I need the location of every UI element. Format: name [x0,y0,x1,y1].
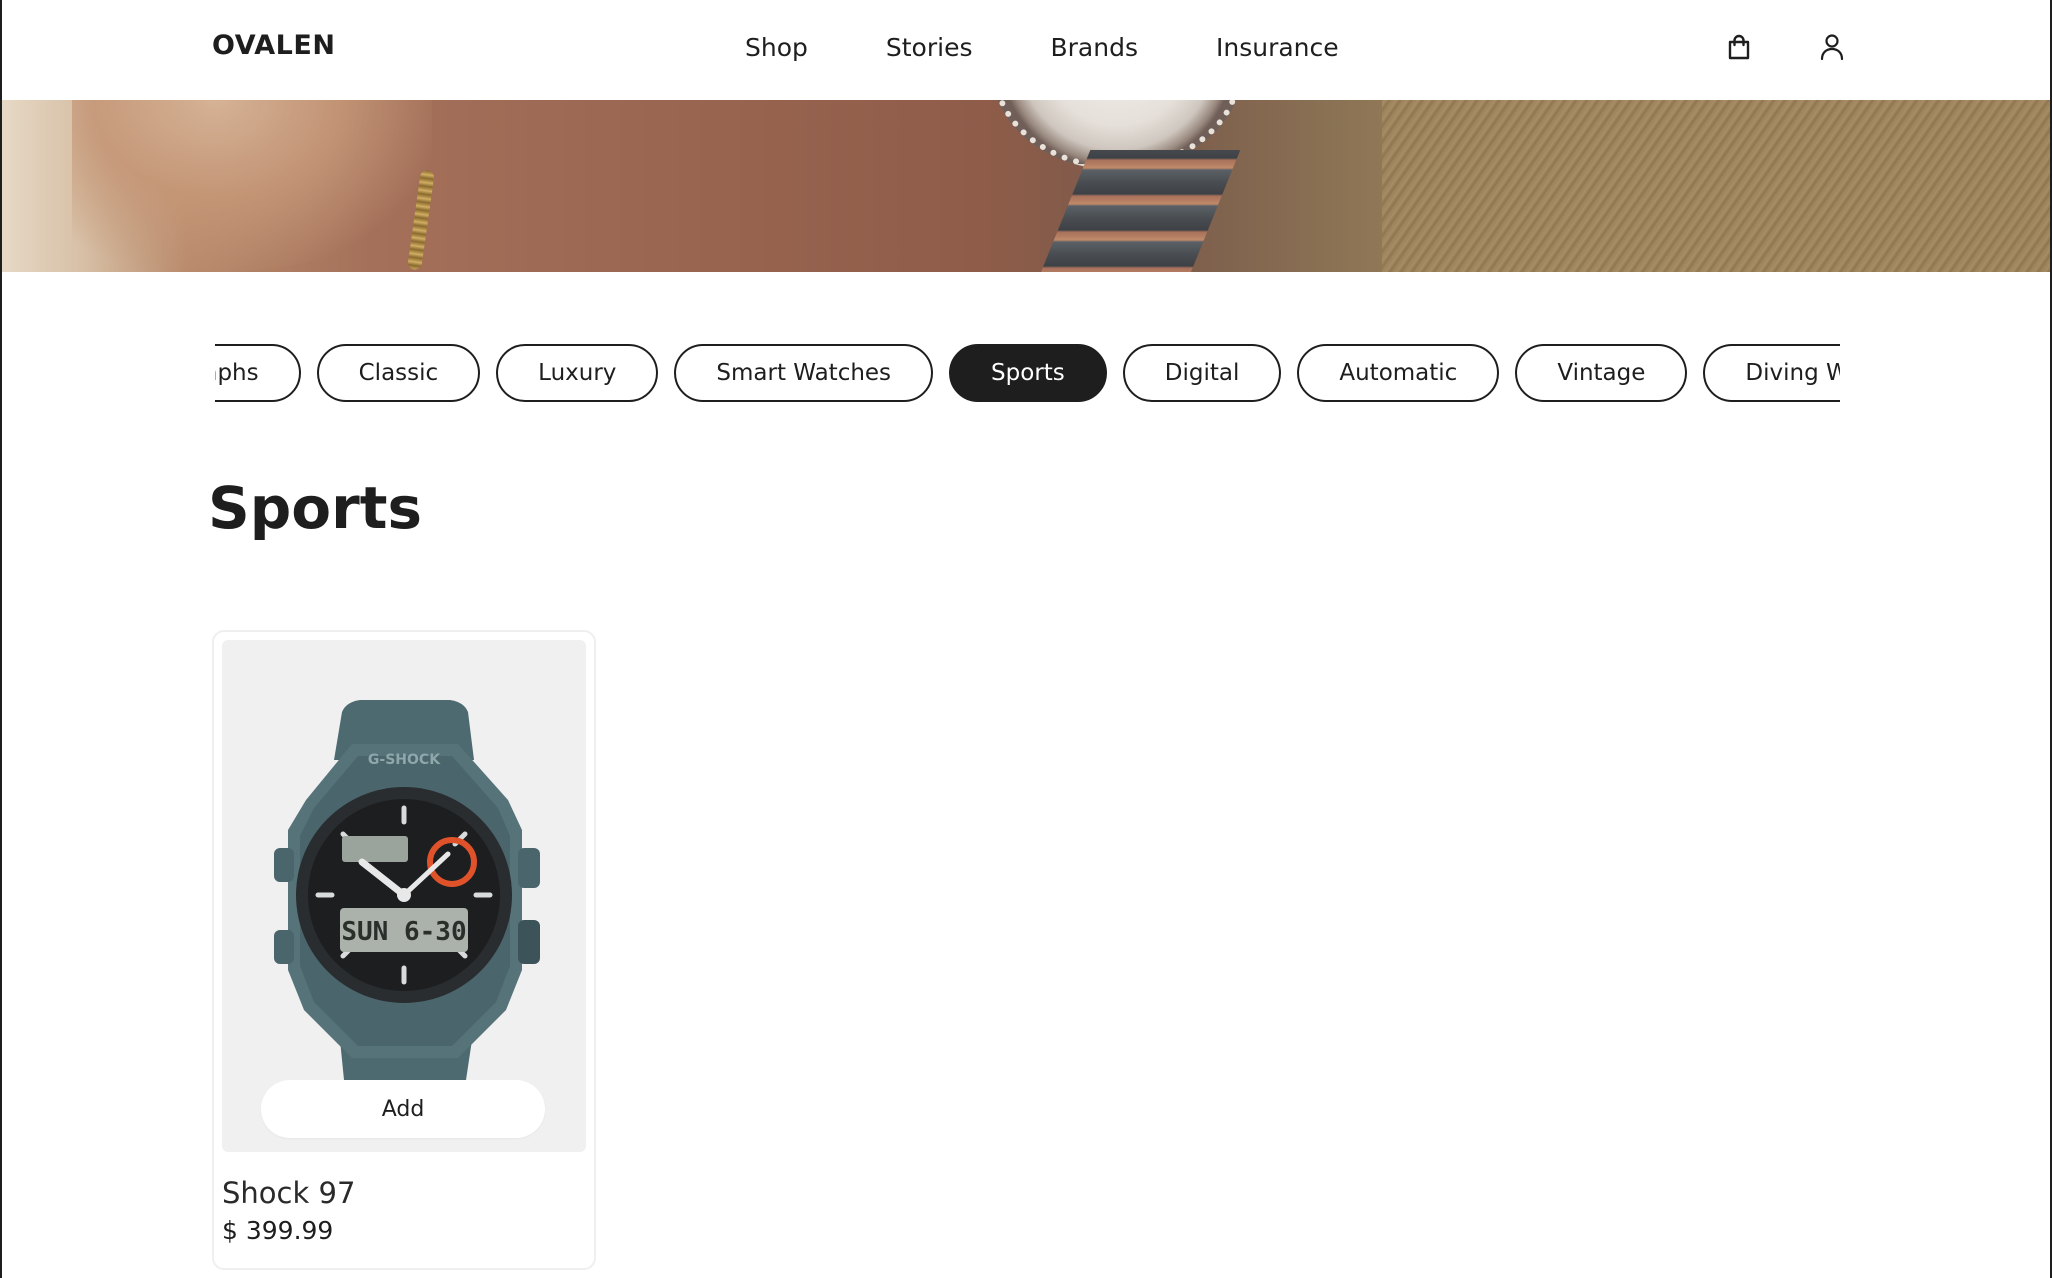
nav-stories[interactable]: Stories [886,33,973,62]
watch-illustration: G-SHOCK SUN 6-30 [274,700,540,1088]
hero-banner [2,100,2050,272]
watch-brand-text: G-SHOCK [368,752,441,768]
category-pill-vintage[interactable]: Vintage [1515,344,1688,402]
hero-watch-strap [1033,150,1241,272]
main-nav: Shop Stories Brands Insurance [745,33,1339,62]
product-price: $ 399.99 [222,1216,334,1245]
site-header: OVALEN Shop Stories Brands Insurance [2,0,2050,100]
hero-sleeve-fabric [1382,100,2050,272]
product-image[interactable]: G-SHOCK SUN 6-30 Add [222,640,586,1152]
category-pill-digital[interactable]: Digital [1122,344,1282,402]
category-pill-sports[interactable]: Sports [949,344,1107,402]
category-pill-smart-watches[interactable]: Smart Watches [674,344,934,402]
category-pill-automatic[interactable]: Automatic [1297,344,1500,402]
hero-hand-shape [72,100,432,272]
nav-shop[interactable]: Shop [745,33,808,62]
shopping-bag-icon[interactable] [1724,32,1754,62]
user-icon[interactable] [1817,32,1847,62]
page-title: Sports [208,474,422,542]
brand-logo[interactable]: OVALEN [212,30,335,61]
nav-insurance[interactable]: Insurance [1216,33,1339,62]
category-pill-luxury[interactable]: Luxury [496,344,659,402]
category-pill-chronographs[interactable]: Chronographs [215,344,301,402]
product-card[interactable]: G-SHOCK SUN 6-30 Add Shock 97 $ 399.99 [212,630,596,1270]
add-to-cart-button[interactable]: Add [261,1080,545,1138]
category-filter-bar[interactable]: Chronographs Classic Luxury Smart Watche… [215,344,1840,402]
category-pills-track: Chronographs Classic Luxury Smart Watche… [215,344,1840,402]
nav-brands[interactable]: Brands [1051,33,1139,62]
watch-lcd-text: SUN 6-30 [341,917,466,947]
category-pill-classic[interactable]: Classic [316,344,481,402]
product-name[interactable]: Shock 97 [222,1176,355,1210]
category-pill-diving-watches[interactable]: Diving Watches [1703,344,1840,402]
